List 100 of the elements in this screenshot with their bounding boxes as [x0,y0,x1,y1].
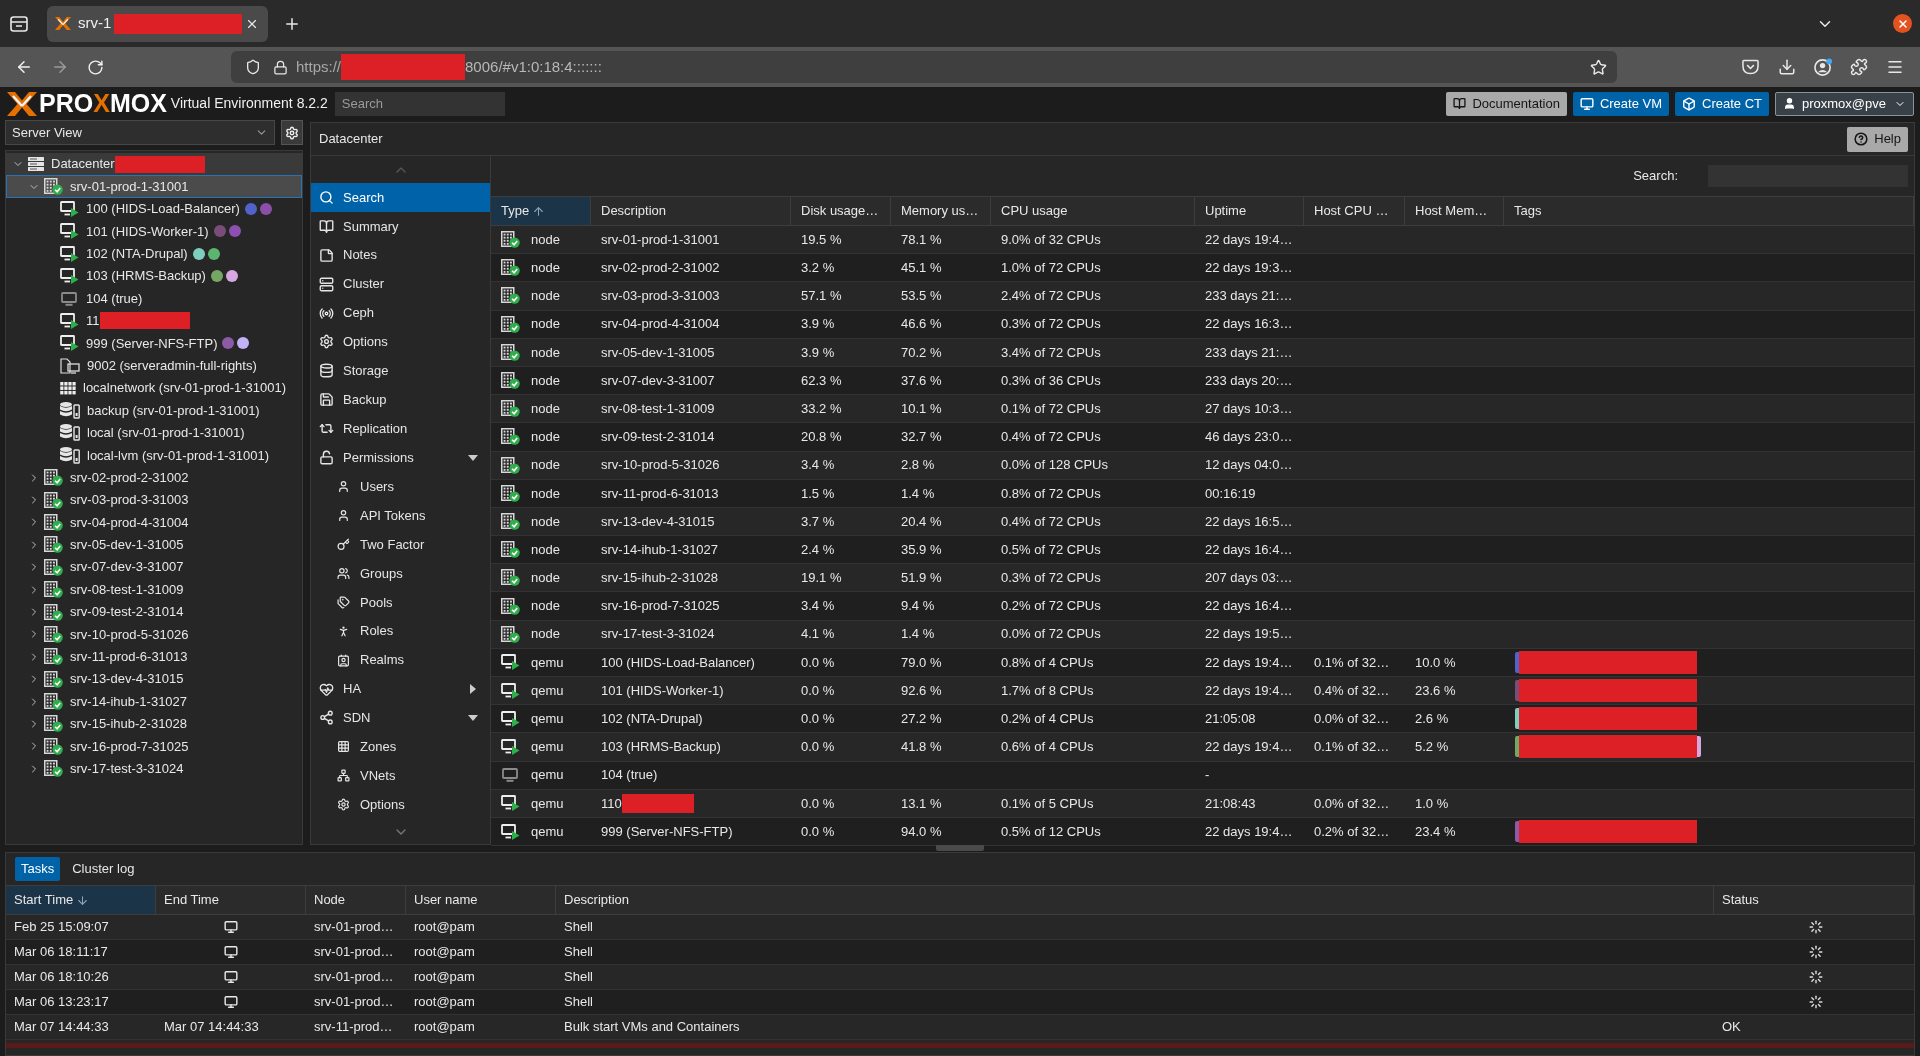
column-header[interactable]: Node [306,886,406,914]
tree-item[interactable]: srv-17-test-3-31024 [6,757,302,780]
tree-item[interactable]: 102 (NTA-Drupal) [6,242,302,265]
tree-item[interactable]: local-lvm (srv-01-prod-1-31001) [6,444,302,467]
tree-item[interactable]: srv-14-ihub-1-31027 [6,690,302,713]
tree-item[interactable]: 999 (Server-NFS-FTP) [6,332,302,355]
table-row[interactable]: node srv-14-ihub-1-31027 2.4 % 35.9 % 0.5% of 72 CPUs 22 days 16:4… [491,536,1914,565]
column-header[interactable]: Host Mem… [1405,197,1504,225]
table-row[interactable]: Mar 06 13:23:17 srv-01-prod… root@pam Shell [6,990,1914,1015]
menu-item[interactable]: Realms [311,645,490,675]
table-row[interactable]: qemu 104 (true) - [491,761,1914,790]
menu-icon[interactable] [1886,58,1904,76]
menu-item[interactable]: Permissions [311,443,490,473]
create-vm-button[interactable]: Create VM [1572,91,1669,116]
account-icon[interactable] [1814,57,1833,77]
table-row[interactable]: qemu 103 (HRMS-Backup) 0.0 % 41.8 % 0.6% of 4 CPUs 22 days 19:4… 0.1% of 32… 5.2 % [491,733,1914,762]
table-row[interactable]: node srv-04-prod-4-31004 3.9 % 46.6 % 0.3% of 72 CPUs 22 days 16:3… [491,310,1914,339]
tree-item[interactable]: backup (srv-01-prod-1-31001) [6,399,302,422]
menu-item[interactable]: Backup [311,385,490,415]
view-select[interactable]: Server View [5,120,275,145]
column-header[interactable]: Host CPU … [1304,197,1405,225]
menu-item[interactable]: Notes [311,240,490,270]
chevron-badge-icon[interactable] [1742,59,1759,75]
tree-item[interactable]: 103 (HRMS-Backup) [6,264,302,288]
tree-item[interactable]: srv-16-prod-7-31025 [6,735,302,758]
menu-item[interactable]: Search [311,182,490,212]
table-row[interactable]: node srv-07-dev-3-31007 62.3 % 37.6 % 0.3% of 36 CPUs 233 days 20:… [491,366,1914,396]
menu-item[interactable]: Cluster [311,269,490,299]
tab[interactable]: Cluster log [66,857,141,881]
column-header[interactable]: Description [556,886,1714,914]
menu-item[interactable]: Users [311,472,490,502]
table-row[interactable]: qemu 100 (HIDS-Load-Balancer) 0.0 % 79.0 % 0.8% of 4 CPUs 22 days 19:4… 0.1% of 32… 10.0 % [491,648,1914,677]
puzzle-icon[interactable] [1850,58,1868,76]
table-row[interactable]: qemu 999 (Server-NFS-FTP) 0.0 % 94.0 % 0.5% of 12 CPUs 22 days 19:4… 0.2% of 32… 23.4 % [491,817,1914,847]
table-row[interactable]: Mar 06 18:11:17 srv-01-prod… root@pam Shell [6,940,1914,965]
tab[interactable]: Tasks [15,857,61,881]
tree-item[interactable]: Datacenter [6,153,302,176]
tree-item[interactable]: srv-15-ihub-2-31028 [6,712,302,736]
table-row[interactable]: qemu 101 (HIDS-Worker-1) 0.0 % 92.6 % 1.7% of 8 CPUs 22 days 19:4… 0.4% of 32… 23.6 % [491,677,1914,706]
column-header[interactable]: Description [591,197,791,225]
menu-item[interactable]: Options [311,327,490,357]
tree-item[interactable]: 9002 (serveradmin-full-rights) [6,354,302,377]
column-header[interactable]: Memory us… [891,197,991,225]
tree-item[interactable]: srv-05-dev-1-31005 [6,533,302,557]
close-window-button[interactable] [1893,14,1912,33]
download-icon[interactable] [1778,58,1796,76]
tree-item[interactable]: srv-04-prod-4-31004 [6,511,302,534]
tree-item[interactable]: 101 (HIDS-Worker-1) [6,220,302,243]
table-row[interactable]: node srv-02-prod-2-31002 3.2 % 45.1 % 1.0% of 72 CPUs 22 days 19:3… [491,254,1914,283]
menu-item[interactable]: Roles [311,616,490,646]
menu-item[interactable]: Options [311,790,490,820]
tree-item[interactable]: srv-09-test-2-31014 [6,600,302,624]
reload-icon[interactable] [87,58,104,76]
tree-item[interactable]: srv-03-prod-3-31003 [6,488,302,512]
tree-item[interactable]: srv-13-dev-4-31015 [6,668,302,691]
column-header[interactable]: Tags [1504,197,1914,225]
tree-item[interactable]: localnetwork (srv-01-prod-1-31001) [6,376,302,400]
documentation-button[interactable]: Documentation [1446,91,1567,116]
menu-item[interactable]: Zones [311,732,490,762]
collapse-handle[interactable] [936,845,984,851]
column-header[interactable]: Status [1714,886,1914,914]
tree-item[interactable]: srv-01-prod-1-31001 [6,175,302,198]
tree-item[interactable]: srv-07-dev-3-31007 [6,556,302,579]
column-header[interactable]: User name [406,886,556,914]
tree-item[interactable]: srv-08-test-1-31009 [6,578,302,601]
create-ct-button[interactable]: Create CT [1675,91,1769,116]
user-menu-button[interactable]: proxmox@pve [1775,91,1914,116]
tree-item[interactable]: srv-11-prod-6-31013 [6,645,302,668]
menu-item[interactable]: Storage [311,356,490,386]
menu-item[interactable]: Ceph [311,298,490,328]
menu-item[interactable]: API Tokens [311,501,490,530]
star-icon[interactable] [1590,58,1607,76]
arrow-right-icon[interactable] [51,58,69,76]
column-header[interactable]: End Time [156,886,306,914]
menu-item[interactable]: SDN [311,703,490,733]
tree-item[interactable]: 11 [6,309,302,333]
tree-item[interactable]: local (srv-01-prod-1-31001) [6,421,302,445]
menu-item[interactable]: Replication [311,414,490,444]
column-header[interactable]: Start Time [6,886,156,914]
table-row[interactable]: node srv-09-test-2-31014 20.8 % 32.7 % 0.4% of 72 CPUs 46 days 23:0… [491,423,1914,452]
column-header[interactable]: CPU usage [991,197,1195,225]
table-row[interactable]: qemu 102 (NTA-Drupal) 0.0 % 27.2 % 0.2% of 4 CPUs 21:05:08 0.0% of 32… 2.6 % [491,705,1914,734]
search-field[interactable]: Search [334,91,505,116]
menu-item[interactable]: VNets [311,761,490,791]
menu-item[interactable]: Two Factor [311,530,490,559]
help-button[interactable]: Help [1847,126,1908,152]
column-header[interactable]: Disk usage… [791,197,891,225]
column-header[interactable]: Uptime [1195,197,1304,225]
window-icon[interactable] [10,15,28,32]
address-field[interactable]: https:// 8006/#v1:0:18:4::::::: [231,51,1617,83]
table-row[interactable]: node srv-16-prod-7-31025 3.4 % 9.4 % 0.2% of 72 CPUs 22 days 16:4… [491,592,1914,621]
tree-item[interactable]: srv-10-prod-5-31026 [6,623,302,646]
menu-item[interactable]: Groups [311,558,490,588]
settings-button[interactable] [281,120,303,145]
menu-item[interactable]: Summary [311,211,490,241]
browser-tab[interactable]: srv-1 [47,5,268,42]
tree-item[interactable]: srv-02-prod-2-31002 [6,466,302,489]
column-header[interactable]: Type [491,197,591,225]
menu-item[interactable]: HA [311,674,490,704]
tree-item[interactable]: 104 (true) [6,287,302,310]
